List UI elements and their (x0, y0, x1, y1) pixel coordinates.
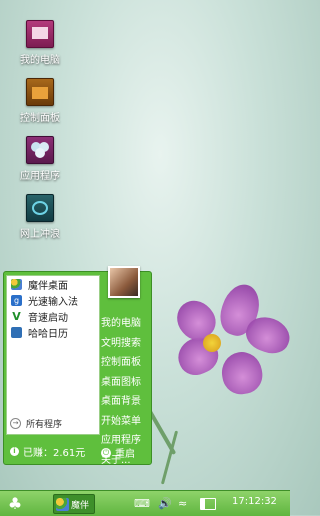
start-menu-programs: 魔伴桌面 g 光速输入法 V 音速启动 哈哈日历 → 所有程序 (6, 275, 100, 435)
wifi-icon[interactable]: ≈ (178, 495, 187, 513)
web-icon (26, 194, 54, 222)
apps-icon (26, 136, 54, 164)
computer-icon (26, 20, 54, 48)
menu-item-label: 音速启动 (28, 312, 68, 324)
restart-label: 重启 (115, 449, 135, 460)
desktop-app-icon (56, 497, 69, 511)
menu-item-label: 哈哈日历 (28, 328, 68, 340)
desktop-app-icon (11, 278, 22, 290)
arrow-right-icon: → (10, 418, 21, 429)
shortcut-start-menu[interactable]: 开始菜单 (100, 412, 150, 432)
menu-item-label: 光速输入法 (28, 296, 78, 308)
keyboard-icon[interactable]: ⌨ (134, 495, 150, 513)
power-icon: ⏻ (101, 447, 111, 458)
desktop-icon-apps[interactable]: 应用程序 (12, 136, 68, 182)
desktop-icon-label: 控制面板 (20, 113, 60, 124)
clock[interactable]: 17:12:32 (232, 496, 277, 507)
desktop-icon-label: 我的电脑 (20, 55, 60, 66)
shortcut-desktop-icons[interactable]: 桌面图标 (100, 373, 150, 393)
menu-item-label: 魔伴桌面 (28, 280, 68, 292)
battery-icon[interactable] (200, 498, 216, 510)
desktop-icon-computer[interactable]: 我的电脑 (12, 20, 68, 66)
all-programs-button[interactable]: → 所有程序 (10, 417, 62, 430)
avatar[interactable] (108, 266, 140, 298)
shortcut-desktop-background[interactable]: 桌面背景 (100, 392, 150, 412)
start-menu: 魔伴桌面 g 光速输入法 V 音速启动 哈哈日历 → 所有程序 我的电脑 文明搜… (3, 266, 152, 466)
launcher-icon: V (12, 309, 21, 323)
shortcut-search[interactable]: 文明搜索 (100, 334, 150, 354)
calendar-icon (11, 326, 22, 338)
control-panel-icon (26, 78, 54, 106)
volume-icon[interactable]: 🔊 (158, 495, 172, 513)
restart-button[interactable]: ⏻ 重启 (101, 445, 135, 460)
menu-item-launcher[interactable]: V 音速启动 (7, 308, 99, 324)
taskbar-app-label: 魔伴 (71, 500, 90, 511)
desktop-icon-web[interactable]: 网上冲浪 (12, 194, 68, 240)
earned-status: i 已赚：2.61元 (10, 444, 85, 459)
desktop-icon-label: 网上冲浪 (20, 229, 60, 240)
menu-item-input-method[interactable]: g 光速输入法 (7, 292, 99, 308)
menu-item-desktop-app[interactable]: 魔伴桌面 (7, 276, 99, 292)
input-method-icon: g (11, 294, 22, 306)
desktop-icon-label: 应用程序 (20, 171, 60, 182)
taskbar: ♣ 魔伴 ⌨ 🔊 ≈ 17:12:32 (0, 490, 290, 516)
earned-label: 已赚：2.61元 (23, 448, 86, 459)
shortcut-control-panel[interactable]: 控制面板 (100, 353, 150, 373)
clover-icon[interactable]: ♣ (6, 495, 24, 513)
info-icon: i (10, 447, 19, 456)
desktop-icon-control-panel[interactable]: 控制面板 (12, 78, 68, 124)
menu-item-calendar[interactable]: 哈哈日历 (7, 324, 99, 340)
taskbar-app-button[interactable]: 魔伴 (53, 494, 95, 514)
all-programs-label: 所有程序 (26, 420, 63, 430)
shortcut-my-computer[interactable]: 我的电脑 (100, 314, 150, 334)
